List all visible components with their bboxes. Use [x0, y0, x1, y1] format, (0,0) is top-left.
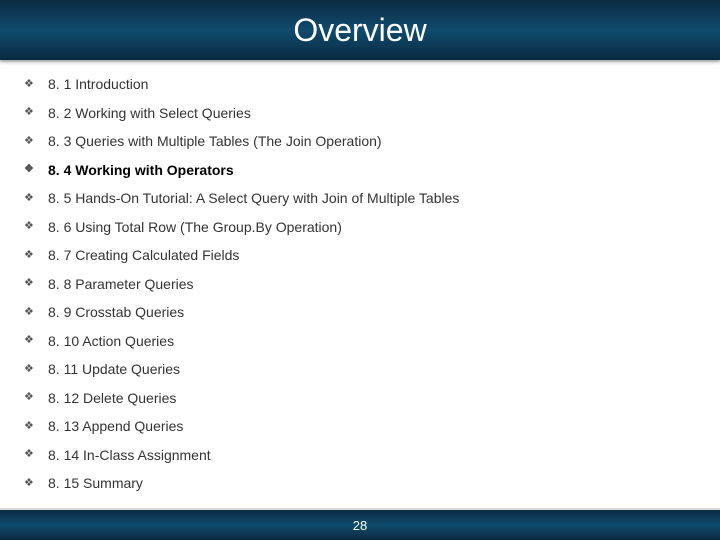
diamond-bullet-icon: ❖ [24, 107, 34, 118]
list-item: ❖ 8. 13 Append Queries [24, 418, 696, 434]
list-item: ❖ 8. 8 Parameter Queries [24, 276, 696, 292]
diamond-bullet-icon: ❖ [24, 193, 34, 204]
list-item: ❖ 8. 11 Update Queries [24, 361, 696, 377]
list-item-label: 8. 7 Creating Calculated Fields [48, 247, 239, 263]
diamond-bullet-icon: ❖ [24, 307, 34, 318]
diamond-bullet-icon: ❖ [24, 335, 34, 346]
list-item-label: 8. 15 Summary [48, 475, 143, 491]
list-item: ❖ 8. 9 Crosstab Queries [24, 304, 696, 320]
list-item-label: 8. 4 Working with Operators [48, 162, 234, 178]
list-item: ❖ 8. 2 Working with Select Queries [24, 105, 696, 121]
diamond-bullet-icon: ❖ [24, 449, 34, 460]
list-item: ❖ 8. 7 Creating Calculated Fields [24, 247, 696, 263]
list-item-label: 8. 13 Append Queries [48, 418, 183, 434]
list-item-label: 8. 10 Action Queries [48, 333, 174, 349]
diamond-bullet-icon: ❖ [24, 221, 34, 232]
diamond-bullet-icon: ❖ [24, 421, 34, 432]
list-item-label: 8. 8 Parameter Queries [48, 276, 194, 292]
list-item: ❖ 8. 1 Introduction [24, 76, 696, 92]
list-item-label: 8. 3 Queries with Multiple Tables (The J… [48, 133, 382, 149]
list-item: ❖ 8. 4 Working with Operators [24, 162, 696, 178]
list-item: ❖ 8. 3 Queries with Multiple Tables (The … [24, 133, 696, 149]
diamond-bullet-icon: ❖ [24, 364, 34, 375]
list-item: ❖ 8. 6 Using Total Row (The Group.By Oper… [24, 219, 696, 235]
list-item-label: 8. 1 Introduction [48, 76, 148, 92]
list-item-label: 8. 12 Delete Queries [48, 390, 176, 406]
list-item-label: 8. 5 Hands-On Tutorial: A Select Query w… [48, 190, 459, 206]
diamond-bullet-icon: ❖ [24, 250, 34, 261]
list-item-label: 8. 11 Update Queries [48, 361, 180, 377]
list-item: ❖ 8. 14 In-Class Assignment [24, 447, 696, 463]
diamond-bullet-icon: ❖ [24, 478, 34, 489]
list-item-label: 8. 9 Crosstab Queries [48, 304, 184, 320]
diamond-bullet-icon: ❖ [24, 164, 34, 175]
list-item-label: 8. 6 Using Total Row (The Group.By Opera… [48, 219, 342, 235]
diamond-bullet-icon: ❖ [24, 79, 34, 90]
diamond-bullet-icon: ❖ [24, 136, 34, 147]
outline-list: ❖ 8. 1 Introduction ❖ 8. 2 Working with Sel… [0, 62, 720, 491]
list-item: ❖ 8. 12 Delete Queries [24, 390, 696, 406]
slide-title: Overview [293, 12, 426, 49]
list-item: ❖ 8. 5 Hands-On Tutorial: A Select Query … [24, 190, 696, 206]
list-item: ❖ 8. 15 Summary [24, 475, 696, 491]
page-number: 28 [353, 518, 367, 533]
slide-header: Overview [0, 0, 720, 60]
diamond-bullet-icon: ❖ [24, 278, 34, 289]
diamond-bullet-icon: ❖ [24, 392, 34, 403]
list-item-label: 8. 14 In-Class Assignment [48, 447, 211, 463]
slide-footer: 28 [0, 510, 720, 540]
list-item-label: 8. 2 Working with Select Queries [48, 105, 251, 121]
list-item: ❖ 8. 10 Action Queries [24, 333, 696, 349]
